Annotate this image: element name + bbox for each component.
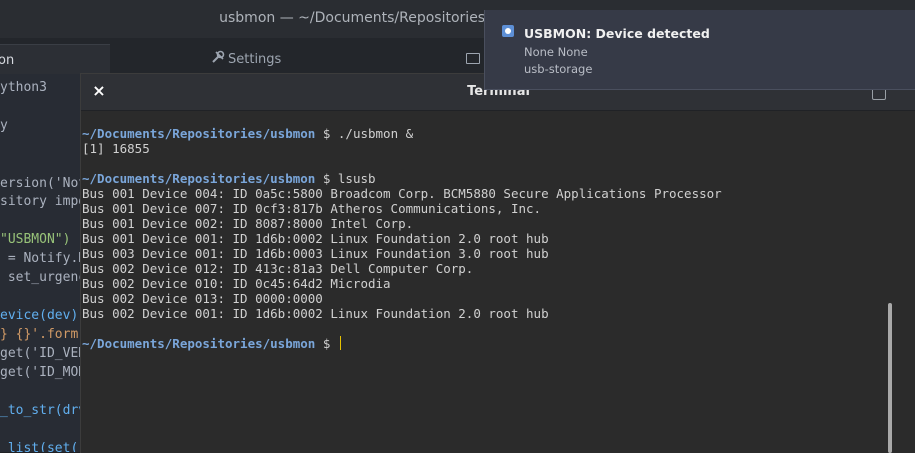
output-line: Bus 002 Device 001: ID 1d6b:0002 Linux F…	[82, 306, 549, 321]
output-line: [1] 16855	[82, 141, 150, 156]
code-line: evice(dev):	[0, 308, 80, 323]
notification-popup[interactable]: USBMON: Device detected None None usb-st…	[484, 10, 915, 90]
output-line: Bus 001 Device 001: ID 1d6b:0002 Linux F…	[82, 231, 549, 246]
code-editor[interactable]: ython3 y ersion('Not sitory impo "USBMON…	[0, 74, 80, 452]
notification-title: USBMON: Device detected	[524, 26, 710, 41]
output-line: Bus 002 Device 012: ID 413c:81a3 Dell Co…	[82, 261, 474, 276]
code-line: = Notify.N	[0, 251, 80, 266]
output-line: Bus 003 Device 001: ID 1d6b:0003 Linux F…	[82, 246, 549, 261]
code-line: } {}'.form	[0, 327, 79, 342]
settings-gear-icon	[212, 50, 225, 63]
tab-book-icon[interactable]	[466, 53, 480, 64]
notification-body-line: None None	[524, 45, 588, 59]
output-line: Bus 002 Device 010: ID 0c45:64d2 Microdi…	[82, 276, 391, 291]
code-line: _list(set(	[0, 441, 79, 452]
text-cursor	[339, 336, 341, 350]
tab-active-file[interactable]: on	[0, 44, 110, 75]
code-line: "USBMON")	[0, 232, 71, 247]
prompt-line[interactable]: ~/Documents/Repositories/usbmon $	[82, 336, 341, 351]
output-line: Bus 002 Device 013: ID 0000:0000	[82, 291, 323, 306]
terminal-scrollbar[interactable]	[888, 303, 892, 453]
output-line: Bus 001 Device 002: ID 8087:8000 Intel C…	[82, 216, 414, 231]
code-line: ersion('Not	[0, 176, 80, 191]
terminal-window[interactable]: × Terminal ~/Documents/Repositories/usbm…	[80, 73, 915, 453]
prompt-line: ~/Documents/Repositories/usbmon $ lsusb	[82, 171, 376, 186]
code-line: set_urgenc	[0, 270, 80, 285]
code-line: get('ID_MOD	[0, 365, 80, 380]
code-line: ython3	[0, 80, 47, 95]
output-line: Bus 001 Device 007: ID 0cf3:817b Atheros…	[82, 201, 542, 216]
code-line: sitory impo	[0, 194, 80, 209]
notification-body-line: usb-storage	[524, 62, 593, 76]
code-line: get('ID_VEN	[0, 346, 80, 361]
terminal-output[interactable]: ~/Documents/Repositories/usbmon $ ./usbm…	[81, 111, 886, 453]
code-line: _to_str(drv	[0, 403, 80, 418]
info-icon	[502, 25, 514, 37]
code-line: y	[0, 118, 8, 133]
output-line: Bus 001 Device 004: ID 0a5c:5800 Broadco…	[82, 186, 722, 201]
prompt-line: ~/Documents/Repositories/usbmon $ ./usbm…	[82, 126, 414, 141]
